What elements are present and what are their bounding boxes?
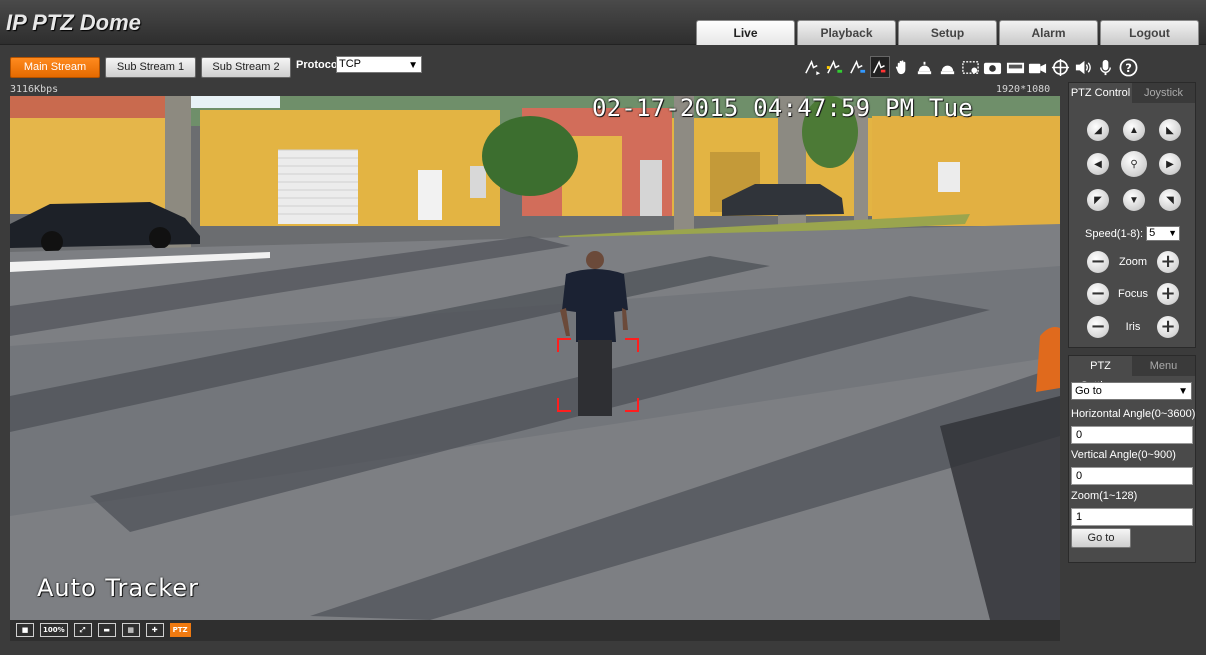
sub-stream-2-button[interactable]: Sub Stream 2: [201, 57, 291, 78]
live-toolbar: ?: [802, 56, 1141, 78]
main-stream-button[interactable]: Main Stream: [10, 57, 100, 78]
focus-label: Focus: [1118, 288, 1148, 300]
tab-alarm[interactable]: Alarm: [999, 20, 1098, 45]
focus-far-button[interactable]: +: [1157, 283, 1179, 305]
zoom-label: Zoom: [1118, 256, 1148, 268]
protocol-value: TCP: [339, 58, 361, 70]
arrow-left-icon: ◀: [1094, 158, 1102, 170]
iris-label: Iris: [1125, 321, 1141, 333]
protocol-label: Protocol: [296, 59, 341, 71]
osd-timestamp: 02-17-2015 04:47:59 PM Tue: [592, 96, 973, 122]
horizontal-angle-input[interactable]: 0: [1071, 426, 1193, 444]
arrow-down-left-icon: ◤: [1094, 194, 1102, 206]
ptz-control-panel: PTZ Control Joystick ◢ ▲ ◣ ◀ ⚲ ▶ ◤ ▼ ◥ S…: [1068, 82, 1196, 348]
tab-ptz-control[interactable]: PTZ Control: [1069, 83, 1132, 103]
speed-row: Speed(1-8): 5 ▼: [1085, 226, 1181, 241]
tab-joystick[interactable]: Joystick: [1132, 83, 1195, 103]
tracking-box: [557, 338, 639, 412]
arrow-up-icon: ▲: [1129, 124, 1139, 136]
iris-open-button[interactable]: +: [1156, 316, 1179, 338]
original-size-icon[interactable]: 100%: [40, 623, 68, 637]
arrow-down-icon: ▼: [1129, 194, 1139, 206]
microphone-icon[interactable]: [1096, 56, 1116, 78]
hand-icon[interactable]: [892, 56, 912, 78]
camera-snapshot-icon[interactable]: [983, 56, 1003, 78]
tab-live[interactable]: Live: [696, 20, 795, 45]
sub-stream-1-button[interactable]: Sub Stream 1: [105, 57, 196, 78]
video-bottom-bar: ■ 100% ⤢ ▬ ▦ ✚ PTZ: [10, 620, 1060, 641]
bell-icon[interactable]: [938, 56, 958, 78]
region-select-icon[interactable]: [960, 56, 980, 78]
app-logo: IP PTZ Dome: [6, 10, 141, 35]
zoom-row: − Zoom +: [1087, 251, 1179, 273]
live-video-view[interactable]: 02-17-2015 04:47:59 PM Tue Auto Tracker: [10, 96, 1060, 620]
osd-channel-title: Auto Tracker: [37, 574, 199, 602]
zoom-level-input[interactable]: 1: [1071, 508, 1193, 526]
resolution-readout: 1920*1080: [996, 84, 1051, 95]
focus-near-button[interactable]: −: [1087, 283, 1109, 305]
vertical-angle-input[interactable]: 0: [1071, 467, 1193, 485]
chevron-down-icon: ▼: [408, 60, 418, 71]
bitrate-readout: 3116Kbps: [10, 84, 59, 95]
arrow-up-left-icon: ◢: [1094, 124, 1102, 136]
go-to-button[interactable]: Go to: [1071, 528, 1131, 548]
help-icon[interactable]: ?: [1118, 56, 1138, 78]
ptz-direction-pad: ◢ ▲ ◣ ◀ ⚲ ▶ ◤ ▼ ◥: [1087, 119, 1181, 211]
pan-up-left-button[interactable]: ◢: [1087, 119, 1109, 141]
magnifier-icon: ⚲: [1130, 158, 1138, 170]
fluency-icon[interactable]: ▬: [97, 623, 116, 637]
ptz-function-value: Go to: [1075, 385, 1102, 397]
zoom-in-icon[interactable]: ✚: [145, 623, 164, 637]
pan-left-button[interactable]: ◀: [1087, 153, 1109, 175]
tab-ptz-settings[interactable]: PTZ Settings: [1069, 356, 1132, 392]
zoom-level-label: Zoom(1~128): [1071, 490, 1138, 502]
protocol-select[interactable]: TCP ▼: [336, 56, 422, 73]
fullscreen-icon[interactable]: ⤢: [73, 623, 92, 637]
video-record-icon[interactable]: [1028, 56, 1048, 78]
pan-up-right-button[interactable]: ◣: [1159, 119, 1181, 141]
ptz-center-button[interactable]: ⚲: [1121, 151, 1147, 177]
tab-setup[interactable]: Setup: [898, 20, 997, 45]
rule-red-icon[interactable]: [869, 56, 890, 78]
chevron-down-icon: ▼: [1168, 228, 1178, 238]
ptz-settings-panel: PTZ Settings Menu Go to ▼ Horizontal Ang…: [1068, 355, 1196, 563]
iris-row: − Iris +: [1087, 316, 1179, 338]
main-nav: Live Playback Setup Alarm Logout: [696, 20, 1201, 45]
rule-green-icon[interactable]: [825, 56, 845, 78]
horizontal-angle-label: Horizontal Angle(0~3600): [1071, 408, 1196, 420]
tab-playback[interactable]: Playback: [797, 20, 896, 45]
speed-value: 5: [1149, 227, 1156, 239]
speaker-icon[interactable]: [1073, 56, 1093, 78]
tilt-up-button[interactable]: ▲: [1123, 119, 1145, 141]
display-icon[interactable]: [1005, 56, 1025, 78]
draw-line-icon[interactable]: [802, 56, 822, 78]
arrow-right-icon: ▶: [1166, 158, 1174, 170]
svg-text:?: ?: [1125, 60, 1132, 74]
arrow-up-right-icon: ◣: [1166, 124, 1174, 136]
zoom-in-button[interactable]: +: [1157, 251, 1179, 273]
aspect-ratio-icon[interactable]: ■: [16, 623, 34, 637]
camera-scene: [10, 96, 1060, 620]
iris-close-button[interactable]: −: [1087, 316, 1109, 338]
rule-display-icon[interactable]: ▦: [121, 623, 140, 637]
pan-right-button[interactable]: ▶: [1159, 153, 1181, 175]
vertical-angle-label: Vertical Angle(0~900): [1071, 449, 1176, 461]
speed-select[interactable]: 5 ▼: [1146, 226, 1181, 241]
target-icon[interactable]: [1051, 56, 1071, 78]
focus-row: − Focus +: [1087, 283, 1179, 305]
tilt-down-button[interactable]: ▼: [1123, 189, 1145, 211]
tab-logout[interactable]: Logout: [1100, 20, 1199, 45]
pan-down-right-button[interactable]: ◥: [1159, 189, 1181, 211]
header: IP PTZ Dome Live Playback Setup Alarm Lo…: [0, 0, 1206, 45]
tab-menu[interactable]: Menu: [1132, 356, 1195, 376]
arrow-down-right-icon: ◥: [1166, 194, 1174, 206]
rule-blue-icon[interactable]: [847, 56, 867, 78]
ptz-function-select[interactable]: Go to ▼: [1071, 382, 1192, 400]
pan-down-left-button[interactable]: ◤: [1087, 189, 1109, 211]
speed-label: Speed(1-8):: [1085, 227, 1144, 240]
alarm-bell-icon[interactable]: [915, 56, 935, 78]
ptz-icon[interactable]: PTZ: [169, 623, 191, 637]
zoom-out-button[interactable]: −: [1087, 251, 1109, 273]
chevron-down-icon: ▼: [1178, 386, 1188, 397]
